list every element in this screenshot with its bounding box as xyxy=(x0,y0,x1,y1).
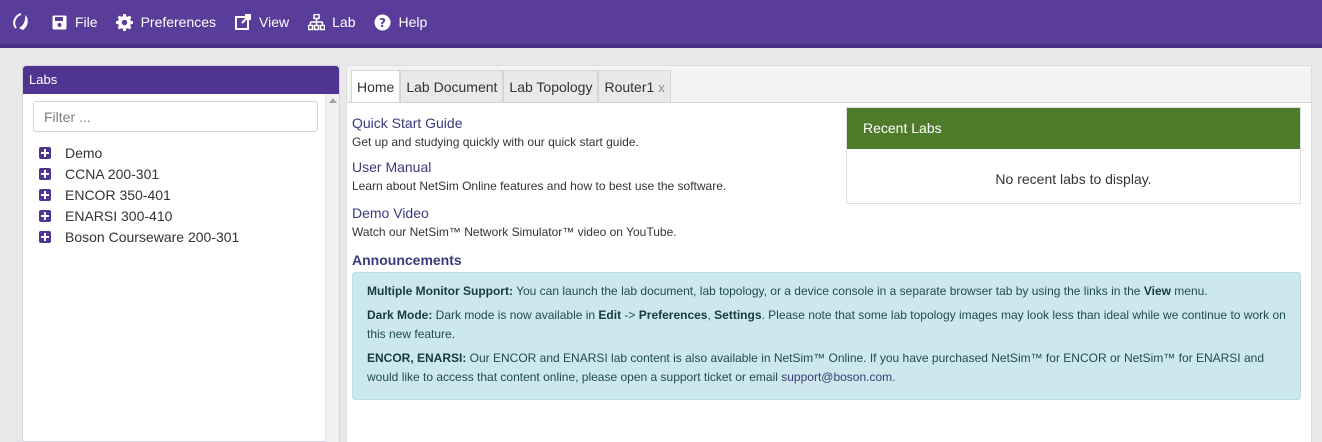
expand-plus-icon[interactable] xyxy=(39,230,51,243)
gear-icon xyxy=(116,13,134,31)
demo-video-link[interactable]: Demo Video xyxy=(352,205,429,221)
announcement-text: Dark mode is now available in xyxy=(432,308,599,322)
announcement-emphasis: Preferences xyxy=(638,308,708,322)
announcement-emphasis: Settings xyxy=(714,308,762,322)
demo-video-desc: Watch our NetSim™ Network Simulator™ vid… xyxy=(352,225,677,239)
user-manual-desc: Learn about NetSim Online features and h… xyxy=(352,179,727,193)
menu-file[interactable]: File xyxy=(50,0,98,46)
boson-logo-icon[interactable] xyxy=(4,0,38,46)
lab-tree-item[interactable]: ENARSI 300-410 xyxy=(39,205,239,226)
lab-tree-item[interactable]: ENCOR 350-401 xyxy=(39,184,239,205)
expand-plus-icon[interactable] xyxy=(39,209,51,222)
recent-labs-card: Recent Labs No recent labs to display. xyxy=(846,107,1301,204)
announcement-emphasis: View xyxy=(1143,284,1171,298)
announcements-title: Announcements xyxy=(352,252,462,268)
tab-bar: Home Lab Document Lab Topology Router1 x xyxy=(351,70,671,102)
menu-view[interactable]: View xyxy=(234,0,289,46)
tab-router1[interactable]: Router1 x xyxy=(598,70,671,102)
menu-help-label: Help xyxy=(398,14,428,30)
menu-help[interactable]: ? Help xyxy=(374,0,428,46)
tab-router1-label: Router1 xyxy=(604,79,655,95)
menu-lab[interactable]: Lab xyxy=(307,0,356,46)
menu-preferences-label: Preferences xyxy=(140,14,217,30)
tab-lab-topology[interactable]: Lab Topology xyxy=(503,70,599,102)
tab-lab-document-label: Lab Document xyxy=(406,79,498,95)
support-email-link[interactable]: support@boson.com xyxy=(781,370,892,384)
announcement-emphasis: Edit xyxy=(598,308,622,322)
tab-home-label: Home xyxy=(357,79,395,95)
tab-close-icon[interactable]: x xyxy=(658,80,665,95)
expand-plus-icon[interactable] xyxy=(39,188,51,201)
menu-file-label: File xyxy=(75,14,98,30)
lab-tree-item[interactable]: Boson Courseware 200-301 xyxy=(39,226,239,247)
expand-plus-icon[interactable] xyxy=(39,146,51,159)
quick-start-link[interactable]: Quick Start Guide xyxy=(352,115,463,131)
announcement-item: Dark Mode: Dark mode is now available in… xyxy=(367,306,1286,344)
announcement-text: -> xyxy=(621,308,639,322)
announcements-box: Multiple Monitor Support: You can launch… xyxy=(352,272,1301,400)
main-panel: Home Lab Document Lab Topology Router1 x … xyxy=(346,65,1312,442)
lab-tree-label: ENCOR 350-401 xyxy=(65,186,171,203)
lab-tree-item[interactable]: CCNA 200-301 xyxy=(39,163,239,184)
lab-tree-label: CCNA 200-301 xyxy=(65,165,160,182)
announcement-text: . xyxy=(892,370,896,384)
tab-lab-topology-label: Lab Topology xyxy=(509,79,593,95)
question-circle-icon: ? xyxy=(374,13,392,31)
tab-lab-document[interactable]: Lab Document xyxy=(400,70,504,102)
menu-lab-label: Lab xyxy=(332,14,356,30)
scroll-up-arrow-icon[interactable] xyxy=(329,98,337,103)
recent-labs-title: Recent Labs xyxy=(847,108,1300,149)
announcement-text: menu. xyxy=(1170,284,1208,298)
labs-scrollbar[interactable] xyxy=(325,94,339,442)
top-menu-bar: File Preferences View Lab ? Help xyxy=(0,0,1322,48)
announcement-item: ENCOR, ENARSI: Our ENCOR and ENARSI lab … xyxy=(367,349,1286,387)
menu-view-label: View xyxy=(259,14,290,30)
lab-tree-label: ENARSI 300-410 xyxy=(65,207,173,224)
user-manual-link[interactable]: User Manual xyxy=(352,159,431,175)
save-icon xyxy=(50,13,68,31)
menu-preferences[interactable]: Preferences xyxy=(116,0,216,46)
network-icon xyxy=(307,13,325,31)
lab-tree-label: Demo xyxy=(65,144,103,161)
expand-plus-icon[interactable] xyxy=(39,167,51,180)
quick-start-desc: Get up and studying quickly with our qui… xyxy=(352,135,639,149)
svg-text:?: ? xyxy=(379,16,386,30)
announcement-heading: Dark Mode: xyxy=(367,308,433,322)
home-content: Quick Start Guide Get up and studying qu… xyxy=(347,102,1311,442)
tab-home[interactable]: Home xyxy=(351,70,401,102)
external-link-icon xyxy=(234,13,252,31)
labs-panel-title: Labs xyxy=(23,66,339,94)
labs-filter-input[interactable] xyxy=(33,101,318,132)
labs-tree: Demo CCNA 200-301 ENCOR 350-401 ENARSI 3… xyxy=(39,142,239,247)
labs-panel: Labs Demo CCNA 200-301 ENCOR 350-401 ENA… xyxy=(22,65,340,442)
announcement-text: You can launch the lab document, lab top… xyxy=(512,284,1144,298)
lab-tree-label: Boson Courseware 200-301 xyxy=(65,228,240,245)
lab-tree-item[interactable]: Demo xyxy=(39,142,239,163)
announcement-heading: ENCOR, ENARSI: xyxy=(367,351,467,365)
announcement-item: Multiple Monitor Support: You can launch… xyxy=(367,282,1286,301)
recent-labs-empty: No recent labs to display. xyxy=(995,171,1152,187)
announcement-heading: Multiple Monitor Support: xyxy=(367,284,513,298)
